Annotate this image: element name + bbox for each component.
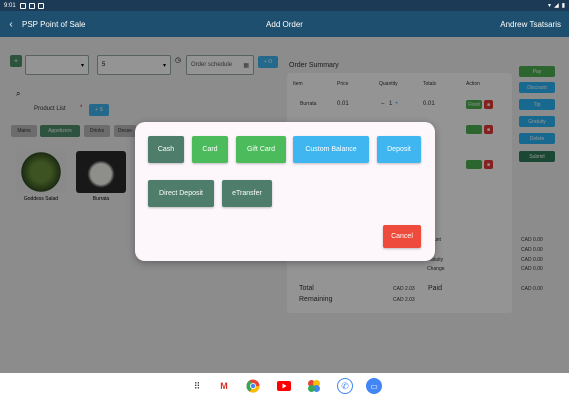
phone-icon[interactable]: ✆ — [337, 378, 353, 394]
youtube-icon[interactable] — [276, 378, 292, 394]
wifi-icon: ▾ — [548, 3, 552, 9]
play-icon — [37, 2, 44, 9]
app-bar: ‹ PSP Point of Sale Add Order Andrew Tsa… — [0, 11, 569, 37]
etransfer-button[interactable]: eTransfer — [222, 180, 272, 207]
photos-icon[interactable] — [306, 378, 322, 394]
gift-card-button[interactable]: Gift Card — [236, 136, 286, 163]
direct-deposit-button[interactable]: Direct Deposit — [148, 180, 214, 207]
cancel-button[interactable]: Cancel — [383, 225, 421, 248]
battery-icon: ▮ — [561, 3, 565, 9]
notification-icon — [19, 2, 26, 9]
status-bar: 9:01 ▾ ◢ ▮ — [0, 0, 569, 11]
cash-button[interactable]: Cash — [148, 136, 184, 163]
app-title: PSP Point of Sale — [22, 19, 86, 29]
arrow-left-icon[interactable]: ‹ — [0, 19, 22, 30]
signal-icon: ◢ — [554, 3, 559, 9]
card-button[interactable]: Card — [192, 136, 228, 163]
chrome-icon[interactable] — [245, 378, 261, 394]
messages-icon[interactable]: ▭ — [366, 378, 382, 394]
clock: 9:01 — [4, 2, 16, 9]
custom-balance-button[interactable]: Custom Balance — [293, 136, 369, 163]
user-name[interactable]: Andrew Tsatsaris — [500, 20, 561, 29]
gmail-icon[interactable]: M — [216, 378, 232, 394]
payment-method-dialog: Cash Card Gift Card Custom Balance Depos… — [135, 122, 435, 261]
apps-icon[interactable]: ⠿ — [189, 378, 205, 394]
deposit-button[interactable]: Deposit — [377, 136, 421, 163]
shield-icon — [28, 2, 35, 9]
